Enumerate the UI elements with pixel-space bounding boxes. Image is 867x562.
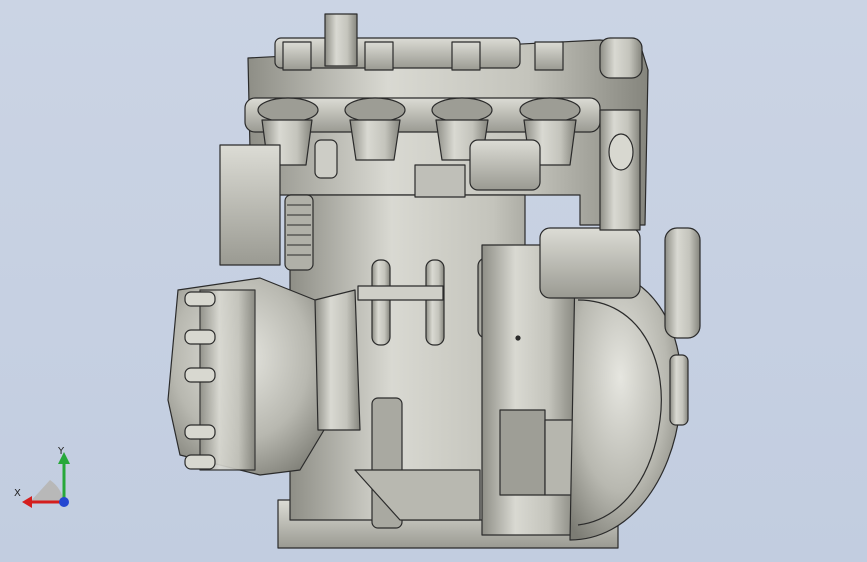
upper-right-housing <box>539 227 641 299</box>
y-axis-label: Y <box>57 446 65 457</box>
upper-block <box>219 144 281 266</box>
top-boss-4 <box>451 41 481 71</box>
cam-cover <box>274 37 521 69</box>
right-tube <box>664 227 701 339</box>
x-axis-label: X <box>14 488 21 499</box>
triad-xz-plane <box>30 480 64 502</box>
top-boss-3 <box>364 41 394 71</box>
bracket <box>414 164 466 198</box>
cover-dot <box>515 335 521 341</box>
cam-end-cap <box>599 37 643 79</box>
right-column-boss <box>608 133 634 171</box>
x-axis-head <box>22 496 32 508</box>
cylinder-bulge <box>314 289 361 431</box>
top-boss-2 <box>282 41 312 71</box>
right-window <box>499 409 546 496</box>
starter-gear <box>284 194 314 271</box>
lower-right-boss <box>669 354 689 426</box>
reference-triad: Y X <box>14 446 70 508</box>
center-fitting <box>469 139 541 191</box>
top-boss-1 <box>324 13 358 67</box>
z-axis-dot <box>59 497 69 507</box>
engine-model[interactable] <box>167 13 701 549</box>
graphics-viewport[interactable]: Y X <box>0 0 867 562</box>
stud-bridge <box>357 285 444 301</box>
top-boss-5 <box>534 41 564 71</box>
sensor <box>314 139 338 179</box>
